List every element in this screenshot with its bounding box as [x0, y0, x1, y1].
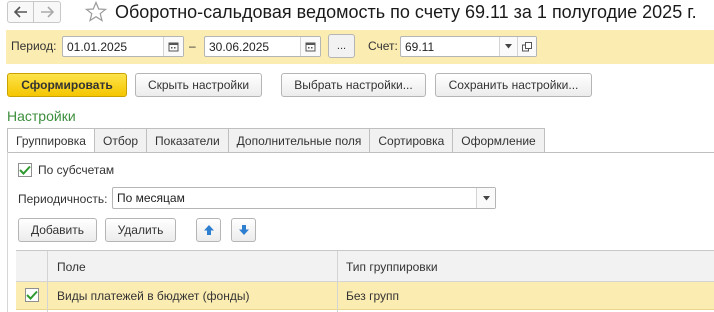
open-copy-icon: [522, 41, 532, 51]
move-down-button[interactable]: [231, 218, 256, 242]
calendar-icon: [168, 42, 179, 52]
arrow-up-icon: [203, 225, 214, 235]
column-header-grouping-type[interactable]: Тип группировки: [346, 260, 438, 274]
chevron-down-icon: [482, 195, 490, 200]
checkmark-icon: [19, 165, 31, 175]
period-from-value: 01.01.2025: [67, 40, 128, 54]
period-panel: Период: 01.01.2025 – 30.06.2025 ... Счет…: [6, 30, 714, 64]
arrow-right-icon: [41, 6, 54, 18]
settings-tabs: Группировка Отбор Показатели Дополнитель…: [7, 128, 545, 153]
tab-filter[interactable]: Отбор: [94, 128, 148, 153]
hide-settings-button[interactable]: Скрыть настройки: [135, 73, 262, 97]
favorite-star-icon[interactable]: [84, 0, 108, 24]
checkmark-icon: [26, 290, 38, 300]
account-dropdown-button[interactable]: [499, 37, 517, 56]
table-header: Поле Тип группировки: [16, 251, 714, 282]
column-divider: [337, 251, 338, 312]
title-bar: Оборотно-сальдовая ведомость по счету 69…: [0, 0, 714, 27]
tab-additional-fields[interactable]: Дополнительные поля: [228, 128, 371, 153]
period-from-field[interactable]: 01.01.2025: [62, 36, 184, 57]
tab-divider: [7, 152, 714, 153]
calendar-button[interactable]: [300, 37, 320, 56]
calendar-button[interactable]: [163, 37, 183, 56]
row-grouping-type: Без групп: [346, 289, 400, 303]
chevron-down-icon: [505, 44, 512, 49]
arrow-left-icon: [13, 6, 27, 18]
settings-title: Настройки: [7, 108, 76, 124]
periodicity-dropdown-button[interactable]: [476, 188, 495, 208]
back-button[interactable]: [7, 1, 34, 23]
account-open-button[interactable]: [517, 37, 536, 56]
period-dash: –: [189, 39, 196, 53]
column-header-field[interactable]: Поле: [57, 260, 86, 274]
column-divider: [47, 251, 48, 312]
by-subaccounts-checkbox[interactable]: [18, 163, 32, 177]
account-field[interactable]: 69.11: [400, 36, 537, 57]
by-subaccounts-label: По субсчетам: [38, 163, 115, 177]
period-to-value: 30.06.2025: [209, 40, 270, 54]
periodicity-label: Периодичность:: [18, 192, 108, 206]
periodicity-select[interactable]: По месяцам: [112, 187, 496, 209]
account-value: 69.11: [405, 40, 435, 54]
grouping-table: Поле Тип группировки Виды платежей в бюд…: [16, 250, 714, 312]
generate-button[interactable]: Сформировать: [7, 73, 127, 97]
row-use-checkbox[interactable]: [25, 288, 39, 302]
period-to-field[interactable]: 30.06.2025: [204, 36, 321, 57]
period-label: Период:: [11, 39, 57, 53]
calendar-icon: [305, 42, 316, 52]
arrow-down-icon: [238, 225, 249, 235]
periodicity-value: По месяцам: [117, 191, 185, 205]
tab-panel-border: [7, 152, 8, 312]
tab-indicators[interactable]: Показатели: [147, 128, 229, 153]
delete-button[interactable]: Удалить: [105, 218, 176, 242]
move-up-button[interactable]: [196, 218, 221, 242]
tab-appearance[interactable]: Оформление: [453, 128, 545, 153]
add-button[interactable]: Добавить: [18, 218, 97, 242]
tab-grouping[interactable]: Группировка: [7, 128, 95, 153]
tab-sorting[interactable]: Сортировка: [370, 128, 454, 153]
row-field: Виды платежей в бюджет (фонды): [57, 289, 250, 303]
save-settings-button[interactable]: Сохранить настройки...: [435, 73, 592, 97]
page-title: Оборотно-сальдовая ведомость по счету 69…: [115, 2, 697, 22]
table-row[interactable]: Виды платежей в бюджет (фонды) Без групп: [16, 282, 714, 310]
period-choose-button[interactable]: ...: [328, 34, 355, 58]
account-label: Счет:: [368, 39, 398, 53]
forward-button[interactable]: [34, 1, 61, 23]
choose-settings-button[interactable]: Выбрать настройки...: [281, 73, 426, 97]
